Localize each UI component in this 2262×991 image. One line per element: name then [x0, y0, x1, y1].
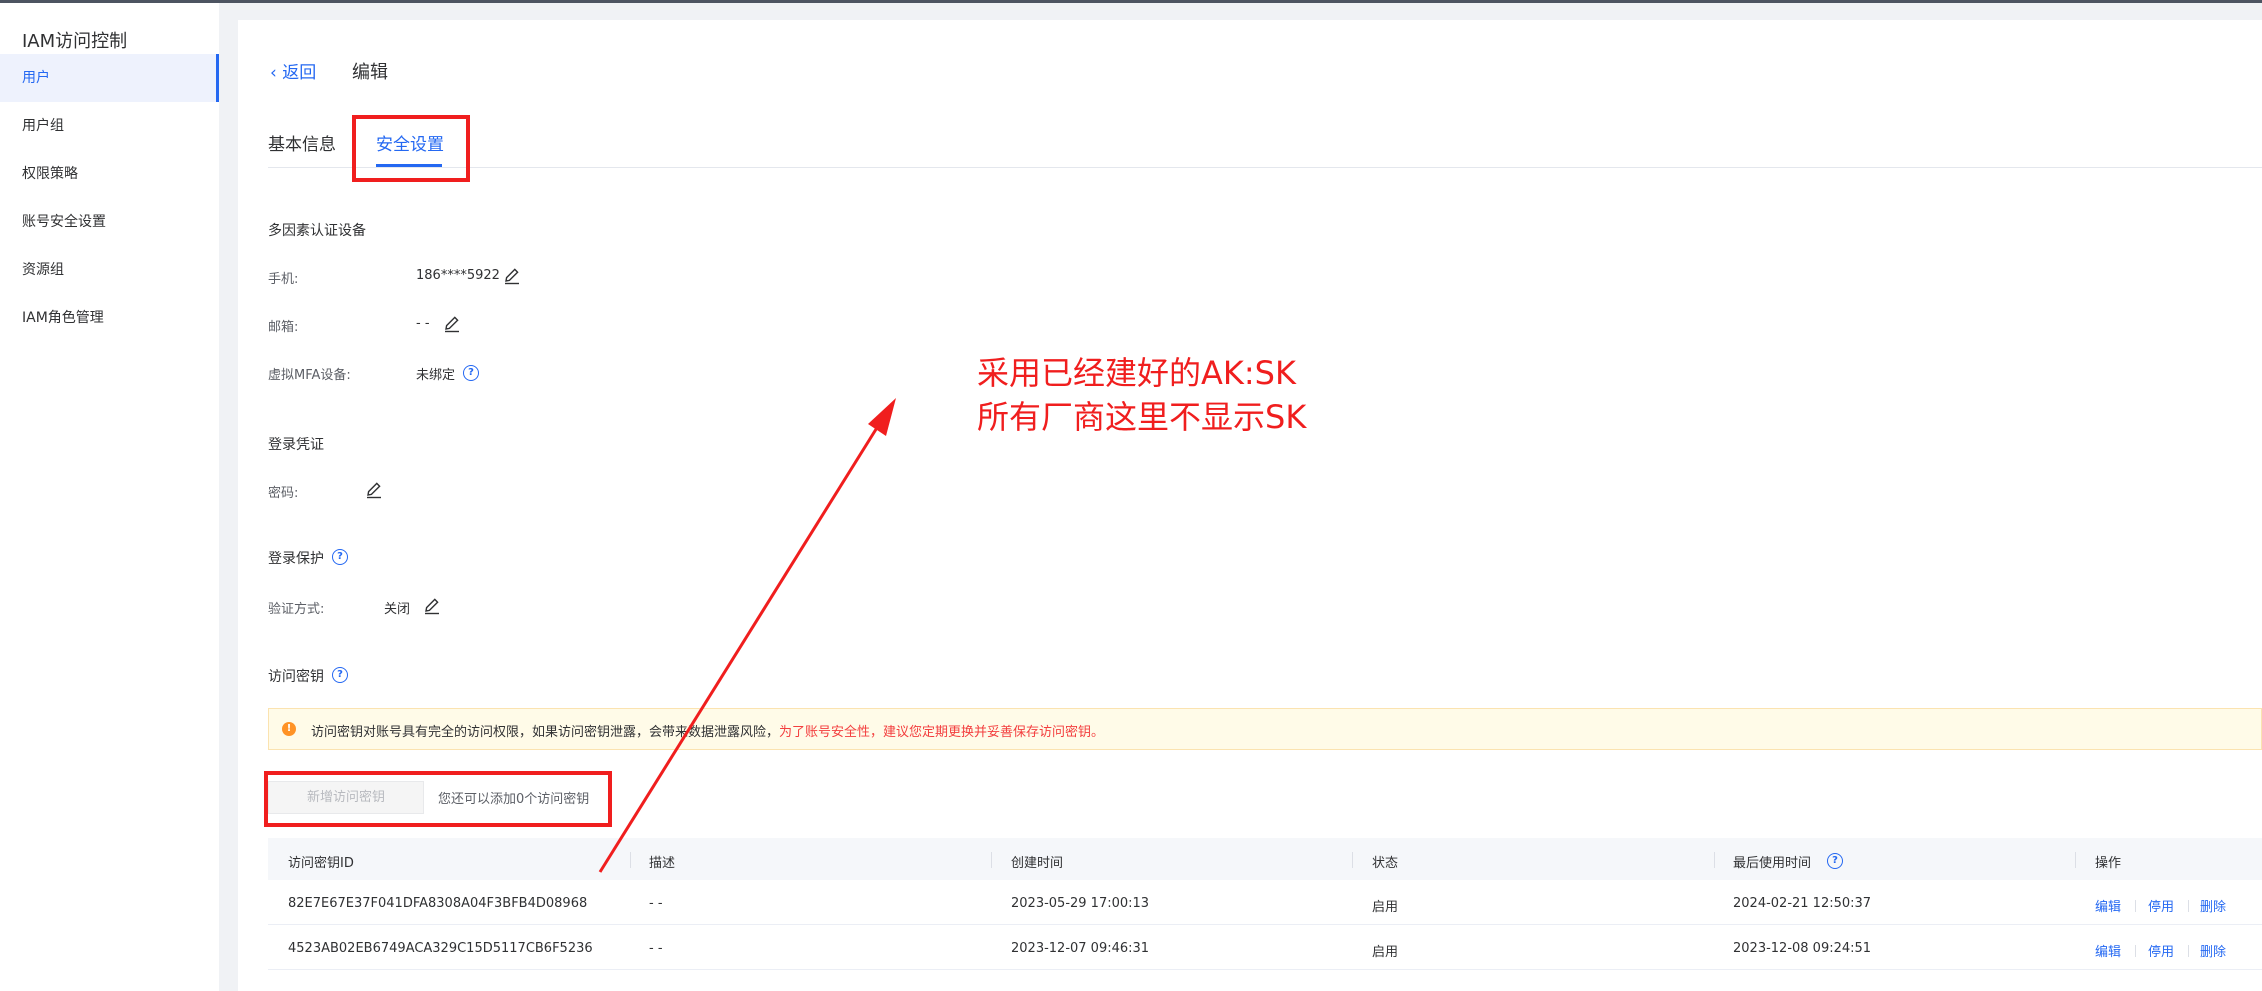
row2-last-used: 2023-12-08 09:24:51: [1733, 941, 1872, 956]
row1-description: - -: [649, 896, 663, 911]
access-keys-title: 访问密钥: [268, 669, 324, 685]
annotation-box-security-tab: [352, 115, 470, 182]
annotation-text-line2: 所有厂商这里不显示SK: [977, 398, 1307, 436]
last-used-help-icon[interactable]: ?: [1827, 853, 1843, 869]
warning-text-normal: 访问密钥对账号具有完全的访问权限，如果访问密钥泄露，会带来数据泄露风险，: [311, 725, 780, 740]
annotation-box-add-key: [264, 771, 612, 827]
access-keys-help-icon[interactable]: ?: [332, 667, 348, 683]
email-label: 邮箱:: [268, 320, 299, 335]
sidebar-item-resource-groups[interactable]: 资源组: [0, 246, 219, 294]
action-divider: [2135, 945, 2136, 957]
row1-status: 启用: [1372, 900, 1399, 915]
sidebar-item-account-security[interactable]: 账号安全设置: [0, 198, 219, 246]
action-divider: [2188, 945, 2189, 957]
action-divider: [2188, 900, 2189, 912]
row1-key-id: 82E7E67E37F041DFA8308A04F3BFB4D08968: [288, 896, 588, 911]
phone-value: 186****5922: [416, 268, 500, 283]
edit-verify-method-icon[interactable]: [422, 596, 442, 616]
back-link[interactable]: ‹ 返回: [270, 58, 316, 83]
sidebar-title: IAM访问控制: [22, 31, 128, 52]
virtual-mfa-help-icon[interactable]: ?: [463, 365, 479, 381]
row-divider: [268, 969, 2262, 970]
row2-created: 2023-12-07 09:46:31: [1011, 941, 1150, 956]
row2-status: 启用: [1372, 945, 1399, 960]
row1-created: 2023-05-29 17:00:13: [1011, 896, 1150, 911]
back-label: 返回: [282, 63, 317, 83]
breadcrumb-current: 编辑: [352, 62, 388, 83]
column-header-description: 描述: [649, 856, 676, 871]
tabs-divider: [268, 167, 2262, 168]
tab-basic-info[interactable]: 基本信息: [268, 130, 336, 155]
main-panel: ‹ 返回 编辑 基本信息 安全设置 多因素认证设备 手机: 186****592…: [238, 20, 2262, 991]
column-divider: [630, 852, 631, 868]
row1-edit-link[interactable]: 编辑: [2095, 896, 2121, 915]
warning-icon: !: [282, 722, 296, 736]
sidebar-item-policies[interactable]: 权限策略: [0, 150, 219, 198]
table-header: [268, 838, 2262, 880]
virtual-mfa-label: 虚拟MFA设备:: [268, 368, 351, 383]
email-value: - -: [416, 316, 430, 331]
sidebar-item-iam-roles[interactable]: IAM角色管理: [0, 294, 219, 342]
column-divider: [2075, 852, 2076, 868]
login-protection-help-icon[interactable]: ?: [332, 549, 348, 565]
virtual-mfa-value: 未绑定: [416, 368, 456, 383]
column-header-actions: 操作: [2095, 856, 2122, 871]
row1-disable-link[interactable]: 停用: [2148, 896, 2174, 915]
row2-disable-link[interactable]: 停用: [2148, 941, 2174, 960]
edit-email-icon[interactable]: [442, 314, 462, 334]
verify-method-label: 验证方式:: [268, 602, 325, 617]
chevron-left-icon: ‹: [270, 63, 277, 83]
password-label: 密码:: [268, 486, 299, 501]
sidebar: IAM访问控制 用户 用户组 权限策略 账号安全设置 资源组 IAM角色管理: [0, 3, 219, 991]
row2-key-id: 4523AB02EB6749ACA329C15D5117CB6F5236: [288, 941, 593, 956]
column-header-last-used: 最后使用时间: [1733, 856, 1812, 871]
column-divider: [1352, 852, 1353, 868]
row2-description: - -: [649, 941, 663, 956]
row1-last-used: 2024-02-21 12:50:37: [1733, 896, 1872, 911]
column-header-created: 创建时间: [1011, 856, 1064, 871]
annotation-text-line1: 采用已经建好的AK:SK: [977, 354, 1296, 392]
edit-password-icon[interactable]: [364, 480, 384, 500]
sidebar-item-users[interactable]: 用户: [0, 54, 219, 102]
sidebar-item-user-groups[interactable]: 用户组: [0, 102, 219, 150]
column-header-status: 状态: [1372, 856, 1399, 871]
column-divider: [1714, 852, 1715, 868]
action-divider: [2135, 900, 2136, 912]
edit-phone-icon[interactable]: [502, 266, 522, 286]
warning-text-emphasis: 为了账号安全性，建议您定期更换并妥善保存访问密钥。: [779, 725, 1105, 740]
login-credential-title: 登录凭证: [268, 437, 324, 453]
column-divider: [991, 852, 992, 868]
row2-delete-link[interactable]: 删除: [2200, 941, 2226, 960]
warning-text: 访问密钥对账号具有完全的访问权限，如果访问密钥泄露，会带来数据泄露风险，为了账号…: [311, 721, 1104, 740]
verify-method-value: 关闭: [384, 602, 411, 617]
login-protection-title: 登录保护: [268, 551, 324, 567]
row1-delete-link[interactable]: 删除: [2200, 896, 2226, 915]
mfa-section-title: 多因素认证设备: [268, 223, 366, 239]
row-divider: [268, 924, 2262, 925]
phone-label: 手机:: [268, 272, 299, 287]
top-border: [0, 0, 2262, 3]
column-header-key-id: 访问密钥ID: [288, 856, 354, 871]
row2-edit-link[interactable]: 编辑: [2095, 941, 2121, 960]
